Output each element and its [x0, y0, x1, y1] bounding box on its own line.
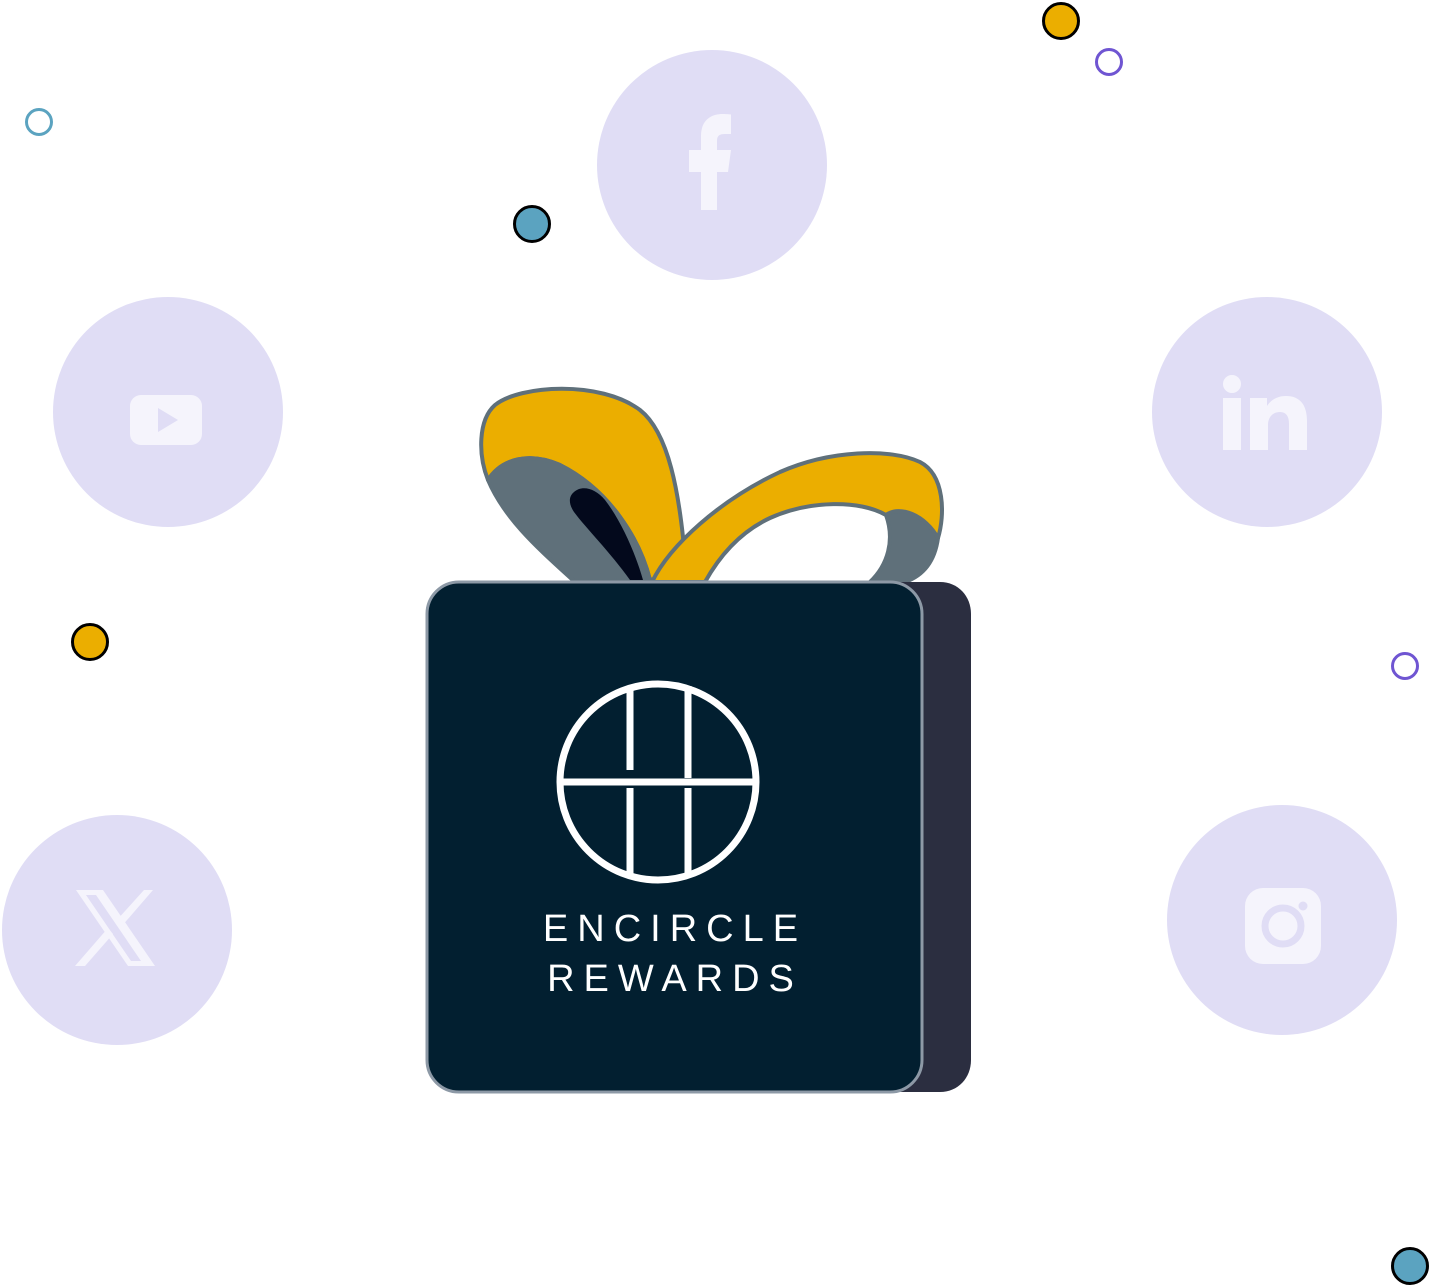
- gift-box-front: [425, 580, 924, 1094]
- brand-name-line1: ENCIRCLE: [542, 908, 808, 950]
- ribbon-bow: [479, 386, 944, 584]
- brand-name-line2: REWARDS: [547, 958, 803, 1000]
- gift-box-illustration: [425, 386, 971, 1094]
